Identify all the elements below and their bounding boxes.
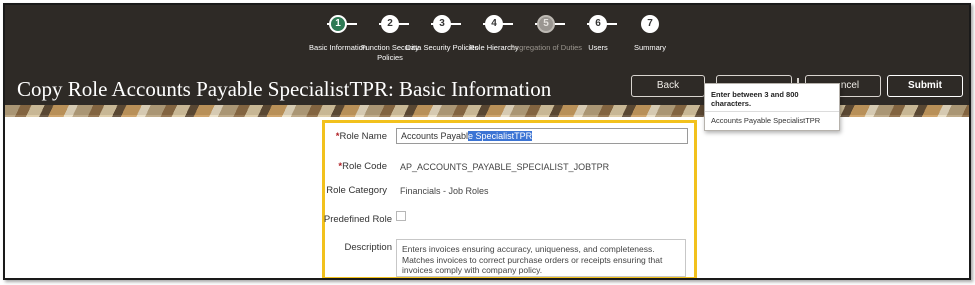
description-label: Description bbox=[344, 242, 392, 253]
role-code-value: AP_ACCOUNTS_PAYABLE_SPECIALIST_JOBTPR bbox=[400, 162, 610, 172]
train-step-role-hierarchy[interactable]: 4 bbox=[485, 15, 503, 33]
predefined-role-checkbox bbox=[396, 211, 406, 221]
train-step-segregation-of-duties: 5 bbox=[537, 15, 555, 33]
back-button[interactable]: Back bbox=[631, 75, 705, 97]
role-name-selected-text: e SpecialistTPR bbox=[468, 131, 533, 141]
role-category-label: Role Category bbox=[326, 185, 387, 196]
tooltip-heading: Enter between 3 and 800 characters. bbox=[711, 90, 799, 108]
role-code-label: *Role Code bbox=[338, 161, 387, 172]
description-textarea[interactable]: Enters invoices ensuring accuracy, uniqu… bbox=[396, 239, 686, 277]
tooltip-divider bbox=[705, 111, 839, 112]
role-category-value: Financials - Job Roles bbox=[400, 186, 489, 196]
train-step-data-security-policies[interactable]: 3 bbox=[433, 15, 451, 33]
page-title: Copy Role Accounts Payable SpecialistTPR… bbox=[17, 77, 552, 101]
train-step-summary[interactable]: 7 bbox=[641, 15, 659, 33]
basic-information-form: *Role Name Accounts Payable SpecialistTP… bbox=[322, 120, 697, 278]
role-name-value: Accounts Payabl bbox=[401, 131, 469, 141]
predefined-role-label: Predefined Role bbox=[323, 214, 392, 225]
submit-button[interactable]: Submit bbox=[887, 75, 963, 97]
role-name-input[interactable]: Accounts Payable SpecialistTPR bbox=[396, 128, 688, 144]
train-step-label[interactable]: Summary bbox=[613, 43, 687, 53]
tooltip-value: Accounts Payable SpecialistTPR bbox=[711, 116, 821, 125]
train-step-basic-information[interactable]: 1 bbox=[329, 15, 347, 33]
train-step-function-security-policies[interactable]: 2 bbox=[381, 15, 399, 33]
role-name-label-text: Role Name bbox=[339, 131, 387, 142]
role-code-label-text: Role Code bbox=[342, 161, 387, 172]
role-name-label: *Role Name bbox=[336, 131, 387, 142]
field-hint-tooltip: Enter between 3 and 800 characters. Acco… bbox=[704, 83, 840, 131]
app-window: 1 2 3 4 5 6 7 Basic Information Function… bbox=[3, 3, 971, 280]
process-train: 1 2 3 4 5 6 7 Basic Information Function… bbox=[305, 15, 705, 67]
train-step-users[interactable]: 6 bbox=[589, 15, 607, 33]
